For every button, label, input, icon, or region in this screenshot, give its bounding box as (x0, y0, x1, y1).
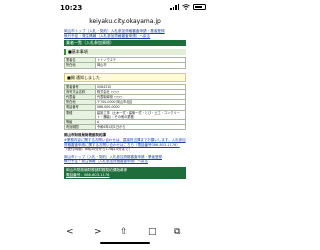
row-label: 有効期間 (64, 124, 96, 131)
share-icon[interactable]: ⇧ (120, 227, 128, 237)
contact-body[interactable]: ※業務内容に関するお問い合わせは、直接担当課までお願いします。入札参加資格審査申… (64, 138, 186, 147)
row-value: 建設工事（土木一式・建築一式・とび・土工・コンクリート・舗装）・その他の業種 (95, 109, 186, 120)
status-bar: 10:23 (0, 0, 250, 15)
row-label: 業種 (64, 109, 96, 120)
row-label: 所在地 (64, 62, 96, 69)
back-link[interactable]: 執行予定・発注情報（入札参加資格審査申請）へ戻る (64, 34, 186, 39)
basic-info-header: ■基本事項 (64, 48, 186, 55)
row-value: 令和6年4月1日から (95, 124, 186, 131)
forward-arrow-icon[interactable]: > (94, 227, 102, 237)
clock-time: 10:23 (60, 4, 83, 12)
breadcrumb: 岡山市トップ（入札・契約）入札参加資格審査申請・業者登録 執行予定・発注情報（入… (64, 29, 186, 38)
contact-section: 岡山市財政局財務部契約課 ※業務内容に関するお問い合わせは、直接担当課までお願い… (64, 133, 186, 151)
bookmarks-icon[interactable]: □ (148, 227, 157, 237)
url-text[interactable]: keiyaku.city.okayama.jp (89, 18, 161, 25)
wifi-icon (182, 3, 190, 10)
row-value: 岡山市 (95, 62, 186, 69)
notice-banner: ■開 通知しました (64, 72, 186, 82)
detail-table: 業者番号 0084310 商号又は名称 株式会社 ○○○ 代表者 代表取締役 ○○○ … (64, 83, 186, 131)
address-bar[interactable]: keiyaku.city.okayama.jp (63, 16, 187, 26)
back-arrow-icon[interactable]: < (66, 227, 74, 237)
home-indicator[interactable] (100, 242, 150, 244)
status-icons (170, 3, 206, 10)
footer-back-link[interactable]: 執行予定・発注情報（入札参加資格審査申請）へ戻る (64, 159, 186, 164)
browser-toolbar: < > ⇧ □ ⧉ (0, 220, 250, 250)
org-phone[interactable]: 電話番号：086-803-1176 (66, 173, 184, 178)
page-title: 業者一覧（入札参加資格） (64, 39, 186, 46)
org-footer: 岡山市財政局財務部財務契約課指導係 電話番号：086-803-1176 (64, 166, 186, 179)
page-content: 岡山市トップ（入札・契約）入札参加資格審査申請・業者登録 執行予定・発注情報（入… (64, 29, 186, 179)
basic-info-table: 業者名 トトノウエテ 所在地 岡山市 (64, 56, 186, 69)
signal-bars-icon (170, 3, 179, 10)
table-row: 所在地 岡山市 (64, 62, 186, 69)
contact-hours: （受付時間：8時30分から17時15分まで） (64, 147, 133, 152)
battery-icon (193, 3, 206, 10)
tabs-icon[interactable]: ⧉ (174, 227, 180, 237)
table-row: 有効期間 令和6年4月1日から (64, 124, 186, 131)
table-row: 業種 建設工事（土木一式・建築一式・とび・土工・コンクリート・舗装）・その他の業種 (64, 109, 186, 120)
footer-links: 岡山市トップ（入札・契約）入札参加資格審査申請・業者登録 執行予定・発注情報（入… (64, 155, 186, 164)
